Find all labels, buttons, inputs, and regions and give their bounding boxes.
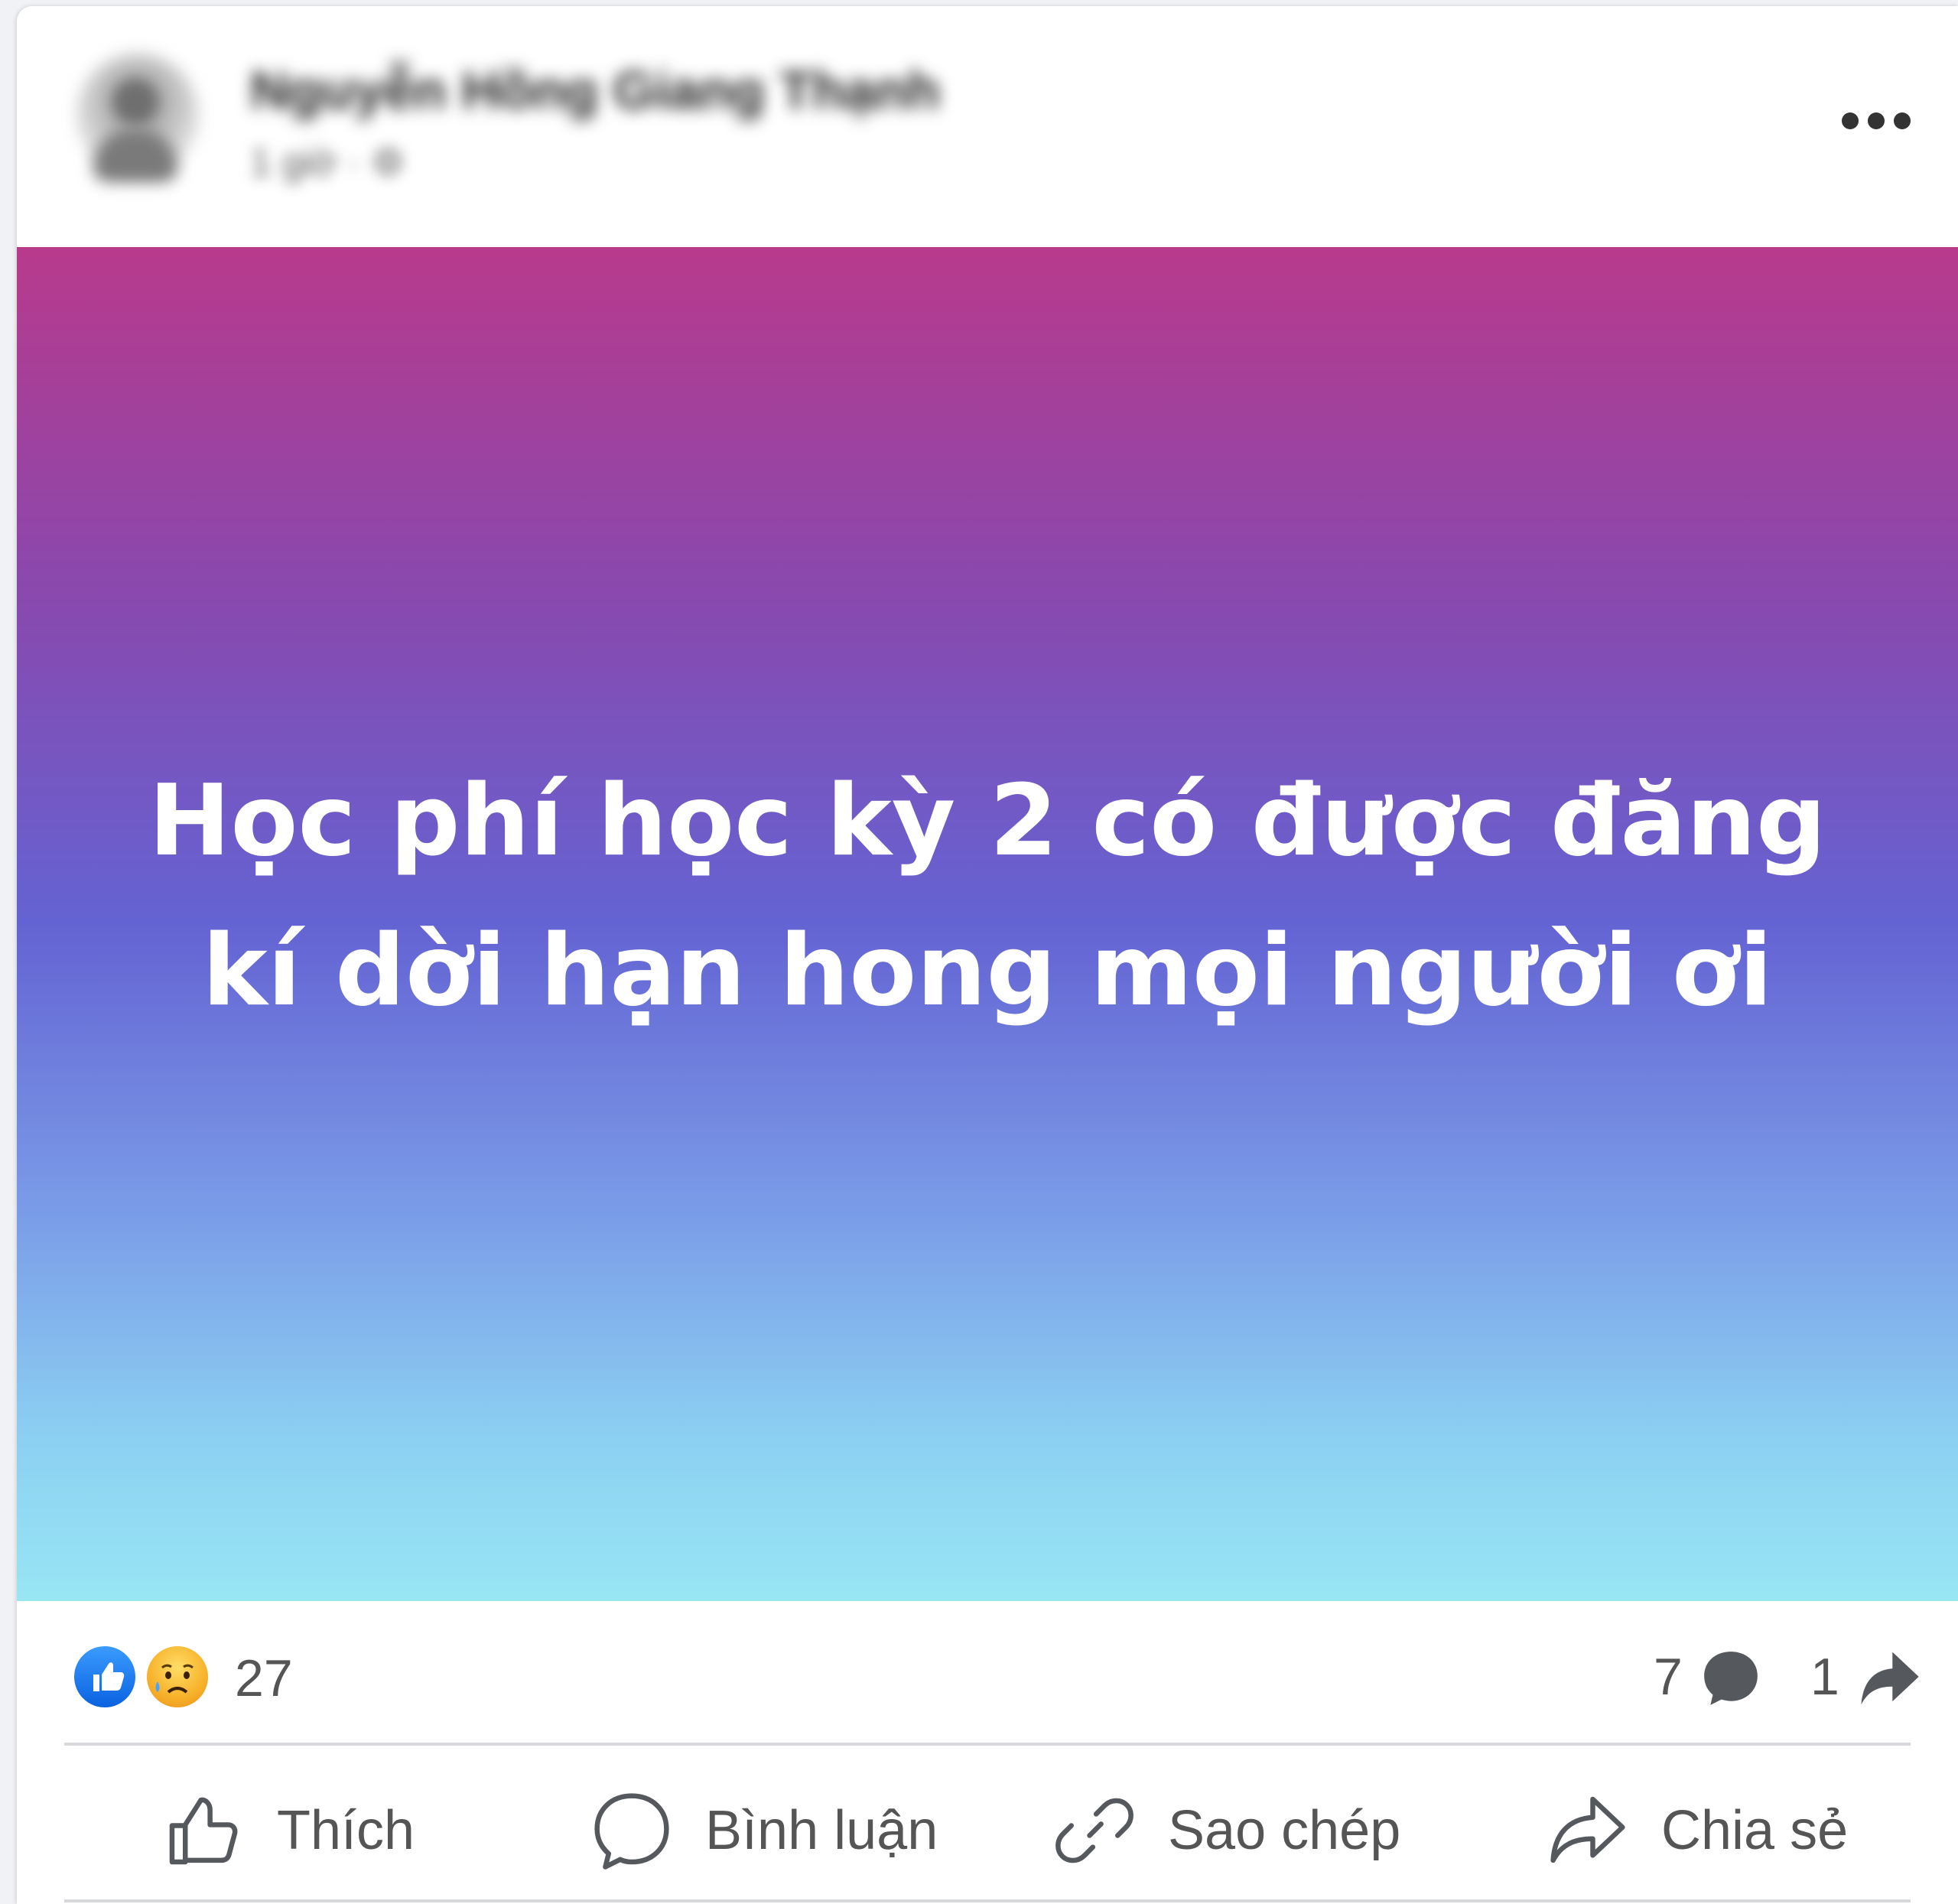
like-button[interactable]: Thích	[162, 1785, 415, 1876]
actions-divider	[64, 1899, 1911, 1902]
comment-label: Bình luận	[705, 1800, 938, 1861]
thumbs-up-icon	[169, 1797, 238, 1865]
like-label: Thích	[277, 1800, 415, 1861]
more-dot-icon	[1894, 112, 1911, 129]
avatar-head	[112, 79, 158, 125]
reactions-row: 27 7 1	[17, 1601, 1958, 1746]
share-button[interactable]: Chia sẻ	[1547, 1785, 1848, 1876]
post-text: Học phí học kỳ 2 có được đăng kí dời hạn…	[123, 747, 1852, 1046]
reaction-count[interactable]: 27	[235, 1649, 293, 1708]
share-arrow-icon	[1861, 1652, 1919, 1705]
author-name[interactable]: Nguyễn Hồng Giang Thạnh	[250, 60, 940, 121]
post-header: Nguyễn Hồng Giang Thạnh 1 giờ · ⚙	[17, 6, 1958, 245]
stats-divider	[64, 1743, 1911, 1746]
more-dot-icon	[1842, 112, 1859, 129]
more-options-button[interactable]	[1842, 98, 1911, 144]
comment-button[interactable]: Bình luận	[590, 1785, 938, 1876]
copy-label: Sao chép	[1168, 1800, 1401, 1861]
post-text-line-2: kí dời hạn hong mọi người ơi	[202, 914, 1773, 1028]
share-count[interactable]: 1	[1810, 1647, 1839, 1707]
share-icon	[1550, 1796, 1625, 1863]
copy-link-button[interactable]: Sao chép	[1053, 1785, 1400, 1876]
actions-row: Thích Bình luận Sao chép Chia sẻ	[17, 1754, 1958, 1899]
like-reaction-icon[interactable]	[70, 1642, 139, 1711]
comment-count[interactable]: 7	[1654, 1647, 1683, 1707]
share-label: Chia sẻ	[1661, 1800, 1849, 1861]
comment-bubble-icon	[1704, 1652, 1758, 1705]
post-body[interactable]: Học phí học kỳ 2 có được đăng kí dời hạn…	[17, 247, 1958, 1601]
post-meta[interactable]: 1 giờ · ⚙	[250, 140, 405, 184]
comment-icon	[594, 1793, 669, 1870]
more-dot-icon	[1868, 112, 1885, 129]
sad-reaction-icon[interactable]	[143, 1642, 212, 1711]
post-card: Nguyễn Hồng Giang Thạnh 1 giờ · ⚙ Học ph…	[17, 6, 1958, 1904]
link-icon	[1055, 1798, 1133, 1863]
post-text-line-1: Học phí học kỳ 2 có được đăng	[148, 764, 1826, 878]
